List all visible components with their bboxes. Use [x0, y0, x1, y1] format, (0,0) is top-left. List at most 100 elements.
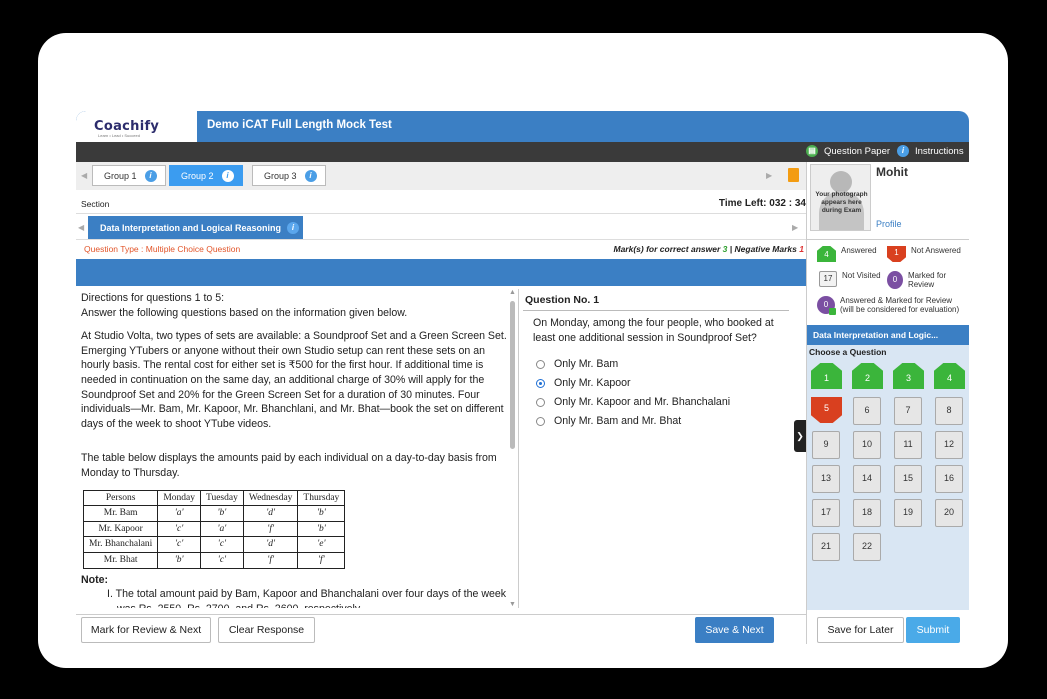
tab-group-1[interactable]: Group 1 i: [92, 165, 166, 186]
radio-button[interactable]: [536, 359, 545, 369]
table-cell: 'a': [157, 505, 201, 522]
radio-button[interactable]: [536, 416, 545, 426]
option-1[interactable]: Only Mr. Bam: [536, 358, 618, 370]
mark-review-button[interactable]: Mark for Review & Next: [81, 617, 211, 643]
legend-answered: 4 Answered: [817, 246, 877, 262]
option-label: Only Mr. Bam: [554, 358, 619, 370]
palette-question-button[interactable]: 19: [894, 499, 922, 527]
not-visited-icon: 17: [819, 271, 837, 287]
palette-question-button[interactable]: 17: [812, 499, 840, 527]
legend-not-visited: 17 Not Visited: [819, 271, 881, 287]
table-row: Mr. Bhat 'b' 'c' 'f' 'f': [82, 551, 346, 569]
scroll-up-icon[interactable]: ▲: [509, 289, 516, 296]
palette-question-button[interactable]: 14: [853, 465, 881, 493]
question-paper-link[interactable]: ▤ Question Paper: [806, 145, 890, 157]
palette-question-button[interactable]: 18: [853, 499, 881, 527]
answered-dot: [829, 308, 836, 315]
question-text: On Monday, among the four people, who bo…: [533, 317, 774, 344]
table-row: Mr. Bhanchalani 'c' 'c' 'd' 'e': [82, 536, 346, 553]
option-label: Only Mr. Kapoor: [554, 377, 631, 389]
clear-response-button[interactable]: Clear Response: [218, 617, 315, 643]
table-header: Persons: [82, 489, 159, 507]
submit-button[interactable]: Submit: [906, 617, 960, 643]
info-icon: i: [897, 145, 909, 157]
table-cell: 'e': [297, 536, 346, 553]
scrollbar-thumb[interactable]: [510, 301, 515, 449]
side-panel: Your photograph appears here during Exam…: [806, 162, 969, 644]
palette-question-button[interactable]: 12: [935, 431, 963, 459]
table-cell: Mr. Bhat: [82, 551, 159, 569]
palette-question-button[interactable]: 4: [934, 363, 965, 389]
passage-scrollbar[interactable]: ▲ ▼: [508, 289, 517, 608]
section-tabs-bar: ◀ Data Interpretation and Logical Reason…: [76, 213, 806, 240]
palette-question-button[interactable]: 1: [811, 363, 842, 389]
passage-paragraph-2: The table below displays the amounts pai…: [81, 452, 497, 479]
table-row: Mr. Kapoor 'c' 'a' 'f' 'b': [82, 520, 346, 538]
palette-question-button[interactable]: 22: [853, 533, 881, 561]
instructions-label: Instructions: [915, 145, 964, 157]
palette-question-button[interactable]: 7: [894, 397, 922, 425]
tab-group-2[interactable]: Group 2 i: [169, 165, 243, 186]
avatar-head: [830, 171, 852, 193]
info-icon[interactable]: i: [304, 169, 317, 182]
table-cell: 'f': [297, 551, 346, 569]
save-for-later-button[interactable]: Save for Later: [817, 617, 904, 643]
table-cell: 'b': [297, 520, 346, 538]
table-cell: 'c': [157, 536, 201, 553]
palette-question-button[interactable]: 21: [812, 533, 840, 561]
photo-placeholder-text: Your photograph appears here during Exam: [815, 191, 868, 214]
question-pane: Question No. 1 On Monday, among the four…: [519, 289, 806, 608]
table-row: Mr. Bam 'a' 'b' 'd' 'b': [82, 505, 346, 522]
calculator-icon[interactable]: [788, 168, 799, 182]
radio-button[interactable]: [536, 378, 545, 388]
scroll-left-icon[interactable]: ◀: [81, 171, 87, 180]
legend-label: Answered: [841, 246, 877, 255]
palette-question-button[interactable]: 6: [853, 397, 881, 425]
option-3[interactable]: Only Mr. Kapoor and Mr. Bhanchalani: [536, 396, 730, 408]
save-next-button[interactable]: Save & Next: [695, 617, 774, 643]
palette-question-button[interactable]: 5: [811, 397, 842, 423]
palette-question-button[interactable]: 20: [935, 499, 963, 527]
info-icon[interactable]: i: [287, 221, 300, 234]
palette-question-button[interactable]: 11: [894, 431, 922, 459]
info-icon[interactable]: i: [144, 169, 157, 182]
option-2[interactable]: Only Mr. Kapoor: [536, 377, 631, 389]
marks-separator: |: [729, 244, 733, 254]
scroll-right-icon[interactable]: ▶: [766, 171, 772, 180]
palette-question-button[interactable]: 9: [812, 431, 840, 459]
candidate-name: Mohit: [876, 165, 908, 179]
not-answered-icon: 1: [887, 246, 906, 262]
radio-button[interactable]: [536, 397, 545, 407]
collapse-panel-chevron-icon[interactable]: ❯: [794, 420, 806, 452]
passage-instruction: Answer the following questions based on …: [81, 306, 408, 319]
choose-question-label: Choose a Question: [809, 347, 887, 357]
palette-question-button[interactable]: 8: [935, 397, 963, 425]
scroll-down-icon[interactable]: ▼: [509, 601, 516, 608]
table-header: Monday: [157, 489, 201, 507]
palette-question-button[interactable]: 16: [935, 465, 963, 493]
brand-tagline: Learn • Lead • Succeed: [98, 133, 140, 138]
test-title: Demo iCAT Full Length Mock Test: [207, 119, 392, 131]
palette-question-button[interactable]: 2: [852, 363, 883, 389]
option-4[interactable]: Only Mr. Bam and Mr. Bhat: [536, 415, 681, 427]
legend-label: Not Visited: [842, 271, 881, 280]
section-tab-label: Data Interpretation and Logical Reasonin…: [100, 222, 282, 233]
timer: Time Left: 032 : 34: [719, 198, 806, 209]
question-paper-icon: ▤: [806, 145, 818, 157]
main-panel: ◀ Group 1 i Group 2 i Group 3 i ▶ Sectio…: [76, 162, 806, 644]
question-number: Question No. 1: [525, 294, 600, 306]
info-icon[interactable]: i: [221, 169, 234, 182]
instructions-link[interactable]: i Instructions: [897, 145, 964, 157]
palette-question-button[interactable]: 10: [853, 431, 881, 459]
palette-question-button[interactable]: 15: [894, 465, 922, 493]
tab-group-3[interactable]: Group 3 i: [252, 165, 326, 186]
table-cell: 'c': [157, 520, 201, 538]
palette-question-button[interactable]: 13: [812, 465, 840, 493]
profile-link[interactable]: Profile: [876, 219, 902, 229]
section-scroll-right-icon[interactable]: ▶: [792, 223, 798, 232]
section-scroll-left-icon[interactable]: ◀: [78, 223, 84, 232]
tab-section-dilr[interactable]: Data Interpretation and Logical Reasonin…: [88, 216, 303, 239]
palette-question-button[interactable]: 3: [893, 363, 924, 389]
marked-review-icon: 0: [887, 271, 903, 289]
table-cell: Mr. Kapoor: [82, 520, 159, 538]
